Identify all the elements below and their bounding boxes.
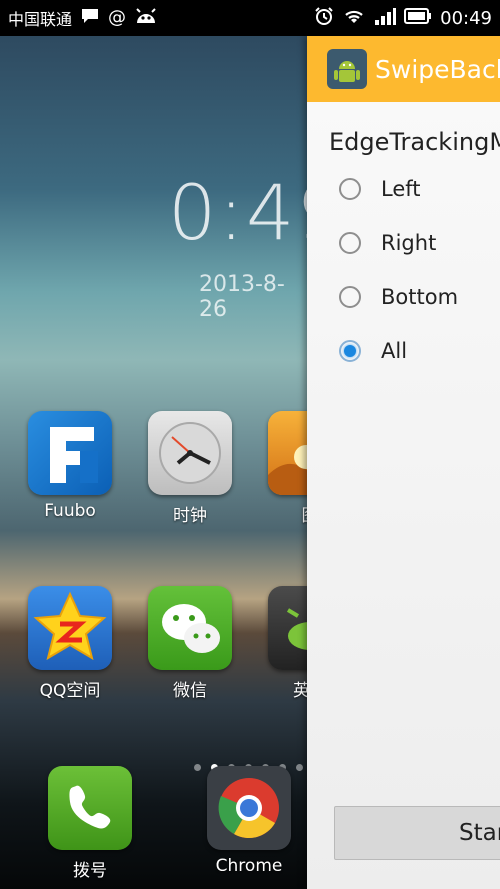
qzone-icon [28, 586, 112, 670]
radio-button-checked[interactable] [339, 340, 361, 362]
chat-bubble-icon [80, 7, 100, 29]
app-title: SwipeBack [375, 54, 500, 84]
clock-widget-time: 0:49 [168, 168, 307, 257]
at-sign-icon: @ [108, 7, 127, 28]
english-app-icon [268, 586, 307, 670]
app-label: 微信 [173, 681, 207, 701]
app-label: 时钟 [173, 506, 207, 526]
app-clock[interactable]: 时钟 [140, 411, 240, 526]
edge-mode-radio-group: Left Right Bottom All [307, 162, 500, 378]
app-label: 图 [260, 501, 308, 526]
clock-icon [148, 411, 232, 495]
radio-button[interactable] [339, 178, 361, 200]
status-time: 00:49 [440, 7, 492, 29]
gallery-icon [268, 411, 307, 495]
battery-icon [404, 8, 432, 28]
dock-phone[interactable]: 拨号 [40, 766, 140, 881]
app-gallery[interactable]: 图 [260, 411, 307, 526]
radio-option-all[interactable]: All [307, 324, 500, 378]
wechat-icon [148, 586, 232, 670]
app-label: Fuubo [44, 501, 96, 521]
radio-option-bottom[interactable]: Bottom [307, 270, 500, 324]
radio-label: Bottom [381, 285, 459, 309]
app-label: 英语 [293, 681, 307, 701]
swipeback-activity[interactable]: SwipeBack EdgeTrackingM Left Right Botto… [307, 36, 500, 889]
status-bar: 中国联通 @ 00:49 [0, 0, 500, 36]
app-label: QQ空间 [39, 681, 101, 701]
edge-tracking-mode-label: EdgeTrackingM [329, 128, 500, 156]
app-label: 拨号 [73, 861, 107, 881]
action-bar: SwipeBack [307, 36, 500, 102]
signal-icon [374, 7, 397, 29]
app-wechat[interactable]: 微信 [140, 586, 240, 701]
android-icon [134, 7, 158, 29]
app-english[interactable]: 英语 [260, 586, 307, 701]
app-fuubo[interactable]: Fuubo [20, 411, 120, 521]
start-button[interactable]: Star [334, 806, 500, 860]
phone-icon [48, 766, 132, 850]
wifi-icon [342, 7, 366, 29]
fuubo-icon [28, 411, 112, 495]
chrome-icon [207, 766, 291, 850]
radio-button[interactable] [339, 286, 361, 308]
radio-option-left[interactable]: Left [307, 162, 500, 216]
radio-option-right[interactable]: Right [307, 216, 500, 270]
dock-chrome[interactable]: Chrome [199, 766, 299, 876]
radio-label: All [381, 339, 408, 363]
clock-widget-date: 2013-8-26 [199, 272, 285, 322]
radio-label: Right [381, 231, 437, 255]
app-qzone[interactable]: QQ空间 [20, 586, 120, 701]
app-label: Chrome [215, 856, 283, 876]
home-screen: 0:49 2013-8-26 Fuubo 时钟 图 QQ空间 微信 [0, 36, 307, 889]
radio-button[interactable] [339, 232, 361, 254]
alarm-icon [314, 6, 334, 30]
carrier-name: 中国联通 [8, 10, 73, 29]
radio-label: Left [381, 177, 421, 201]
android-app-icon[interactable] [327, 49, 367, 89]
